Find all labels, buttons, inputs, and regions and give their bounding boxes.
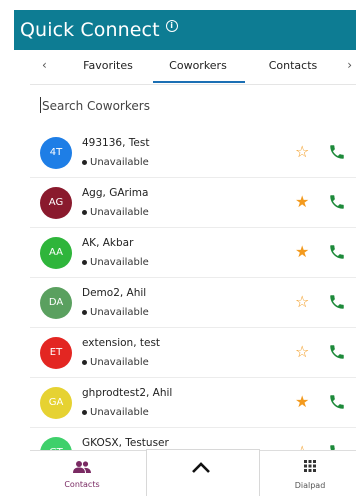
- phone-call-icon[interactable]: [328, 243, 346, 261]
- search-placeholder: Search Coworkers: [42, 99, 150, 113]
- app-header: Quick Connect i: [14, 10, 356, 50]
- contact-row[interactable]: 4T 493136, Test Unavailable ☆: [30, 128, 356, 178]
- phone-call-icon[interactable]: [328, 393, 346, 411]
- contact-name: AK, Akbar: [82, 237, 134, 249]
- presence-status: Unavailable: [82, 357, 149, 368]
- presence-dot: [82, 160, 87, 165]
- star-outline-icon[interactable]: ☆: [295, 292, 309, 311]
- phone-call-icon[interactable]: [328, 193, 346, 211]
- tab-scroll-left-icon[interactable]: ‹: [42, 58, 47, 72]
- bottom-nav: Contacts Dialpad: [30, 449, 356, 496]
- presence-dot: [82, 410, 87, 415]
- presence-status: Unavailable: [82, 207, 149, 218]
- presence-dot: [82, 210, 87, 215]
- tab-scroll-right-icon[interactable]: ›: [347, 58, 352, 72]
- avatar: AA: [40, 237, 72, 269]
- presence-label: Unavailable: [90, 357, 149, 368]
- contact-name: ghprodtest2, Ahil: [82, 387, 173, 399]
- nav-dialpad[interactable]: Dialpad: [280, 451, 340, 495]
- contact-name: Demo2, Ahil: [82, 287, 147, 299]
- star-filled-icon[interactable]: ★: [295, 392, 309, 411]
- contact-name: 493136, Test: [82, 137, 150, 149]
- search-input[interactable]: Search Coworkers: [40, 90, 350, 120]
- chevron-up-icon: [192, 462, 210, 473]
- people-icon: [73, 461, 91, 473]
- presence-status: Unavailable: [82, 257, 149, 268]
- presence-dot: [82, 310, 87, 315]
- nav-contacts[interactable]: Contacts: [52, 451, 112, 495]
- presence-label: Unavailable: [90, 407, 149, 418]
- phone-call-icon[interactable]: [328, 343, 346, 361]
- presence-label: Unavailable: [90, 257, 149, 268]
- nav-contacts-label: Contacts: [64, 480, 100, 489]
- presence-label: Unavailable: [90, 207, 149, 218]
- contact-row[interactable]: ET extension, test Unavailable ☆: [30, 328, 356, 378]
- nav-dialpad-label: Dialpad: [294, 481, 326, 490]
- text-cursor: [40, 97, 41, 113]
- presence-status: Unavailable: [82, 157, 149, 168]
- presence-label: Unavailable: [90, 307, 149, 318]
- contact-row[interactable]: DA Demo2, Ahil Unavailable ☆: [30, 278, 356, 328]
- contact-row[interactable]: AG Agg, GArima Unavailable ★: [30, 178, 356, 228]
- avatar: GA: [40, 387, 72, 419]
- presence-status: Unavailable: [82, 307, 149, 318]
- presence-dot: [82, 360, 87, 365]
- tab-contacts[interactable]: Contacts: [254, 59, 332, 72]
- contact-row[interactable]: GA ghprodtest2, Ahil Unavailable ★: [30, 378, 356, 428]
- expand-panel-button[interactable]: [146, 449, 260, 496]
- phone-call-icon[interactable]: [328, 293, 346, 311]
- star-outline-icon[interactable]: ☆: [295, 342, 309, 361]
- contact-list: 4T 493136, Test Unavailable ☆ AG Agg, GArima U…: [30, 128, 356, 478]
- tab-bar: ‹ Favorites Coworkers Contacts ›: [30, 50, 356, 85]
- star-filled-icon[interactable]: ★: [295, 242, 309, 261]
- avatar: DA: [40, 287, 72, 319]
- avatar: ET: [40, 337, 72, 369]
- star-outline-icon[interactable]: ☆: [295, 142, 309, 161]
- contact-name: Agg, GArima: [82, 187, 149, 199]
- contact-name: GKOSX, Testuser: [82, 437, 169, 449]
- presence-dot: [82, 260, 87, 265]
- avatar: 4T: [40, 137, 72, 169]
- avatar: AG: [40, 187, 72, 219]
- active-tab-indicator: [153, 81, 245, 83]
- phone-call-icon[interactable]: [328, 143, 346, 161]
- tab-favorites[interactable]: Favorites: [78, 59, 138, 72]
- contact-name: extension, test: [82, 337, 161, 349]
- contact-row[interactable]: AA AK, Akbar Unavailable ★: [30, 228, 356, 278]
- dialpad-icon: [304, 460, 316, 472]
- app-title: Quick Connect: [20, 19, 160, 41]
- tab-coworkers[interactable]: Coworkers: [156, 59, 240, 72]
- presence-label: Unavailable: [90, 157, 149, 168]
- star-filled-icon[interactable]: ★: [295, 192, 309, 211]
- presence-status: Unavailable: [82, 407, 149, 418]
- info-icon[interactable]: i: [165, 20, 178, 32]
